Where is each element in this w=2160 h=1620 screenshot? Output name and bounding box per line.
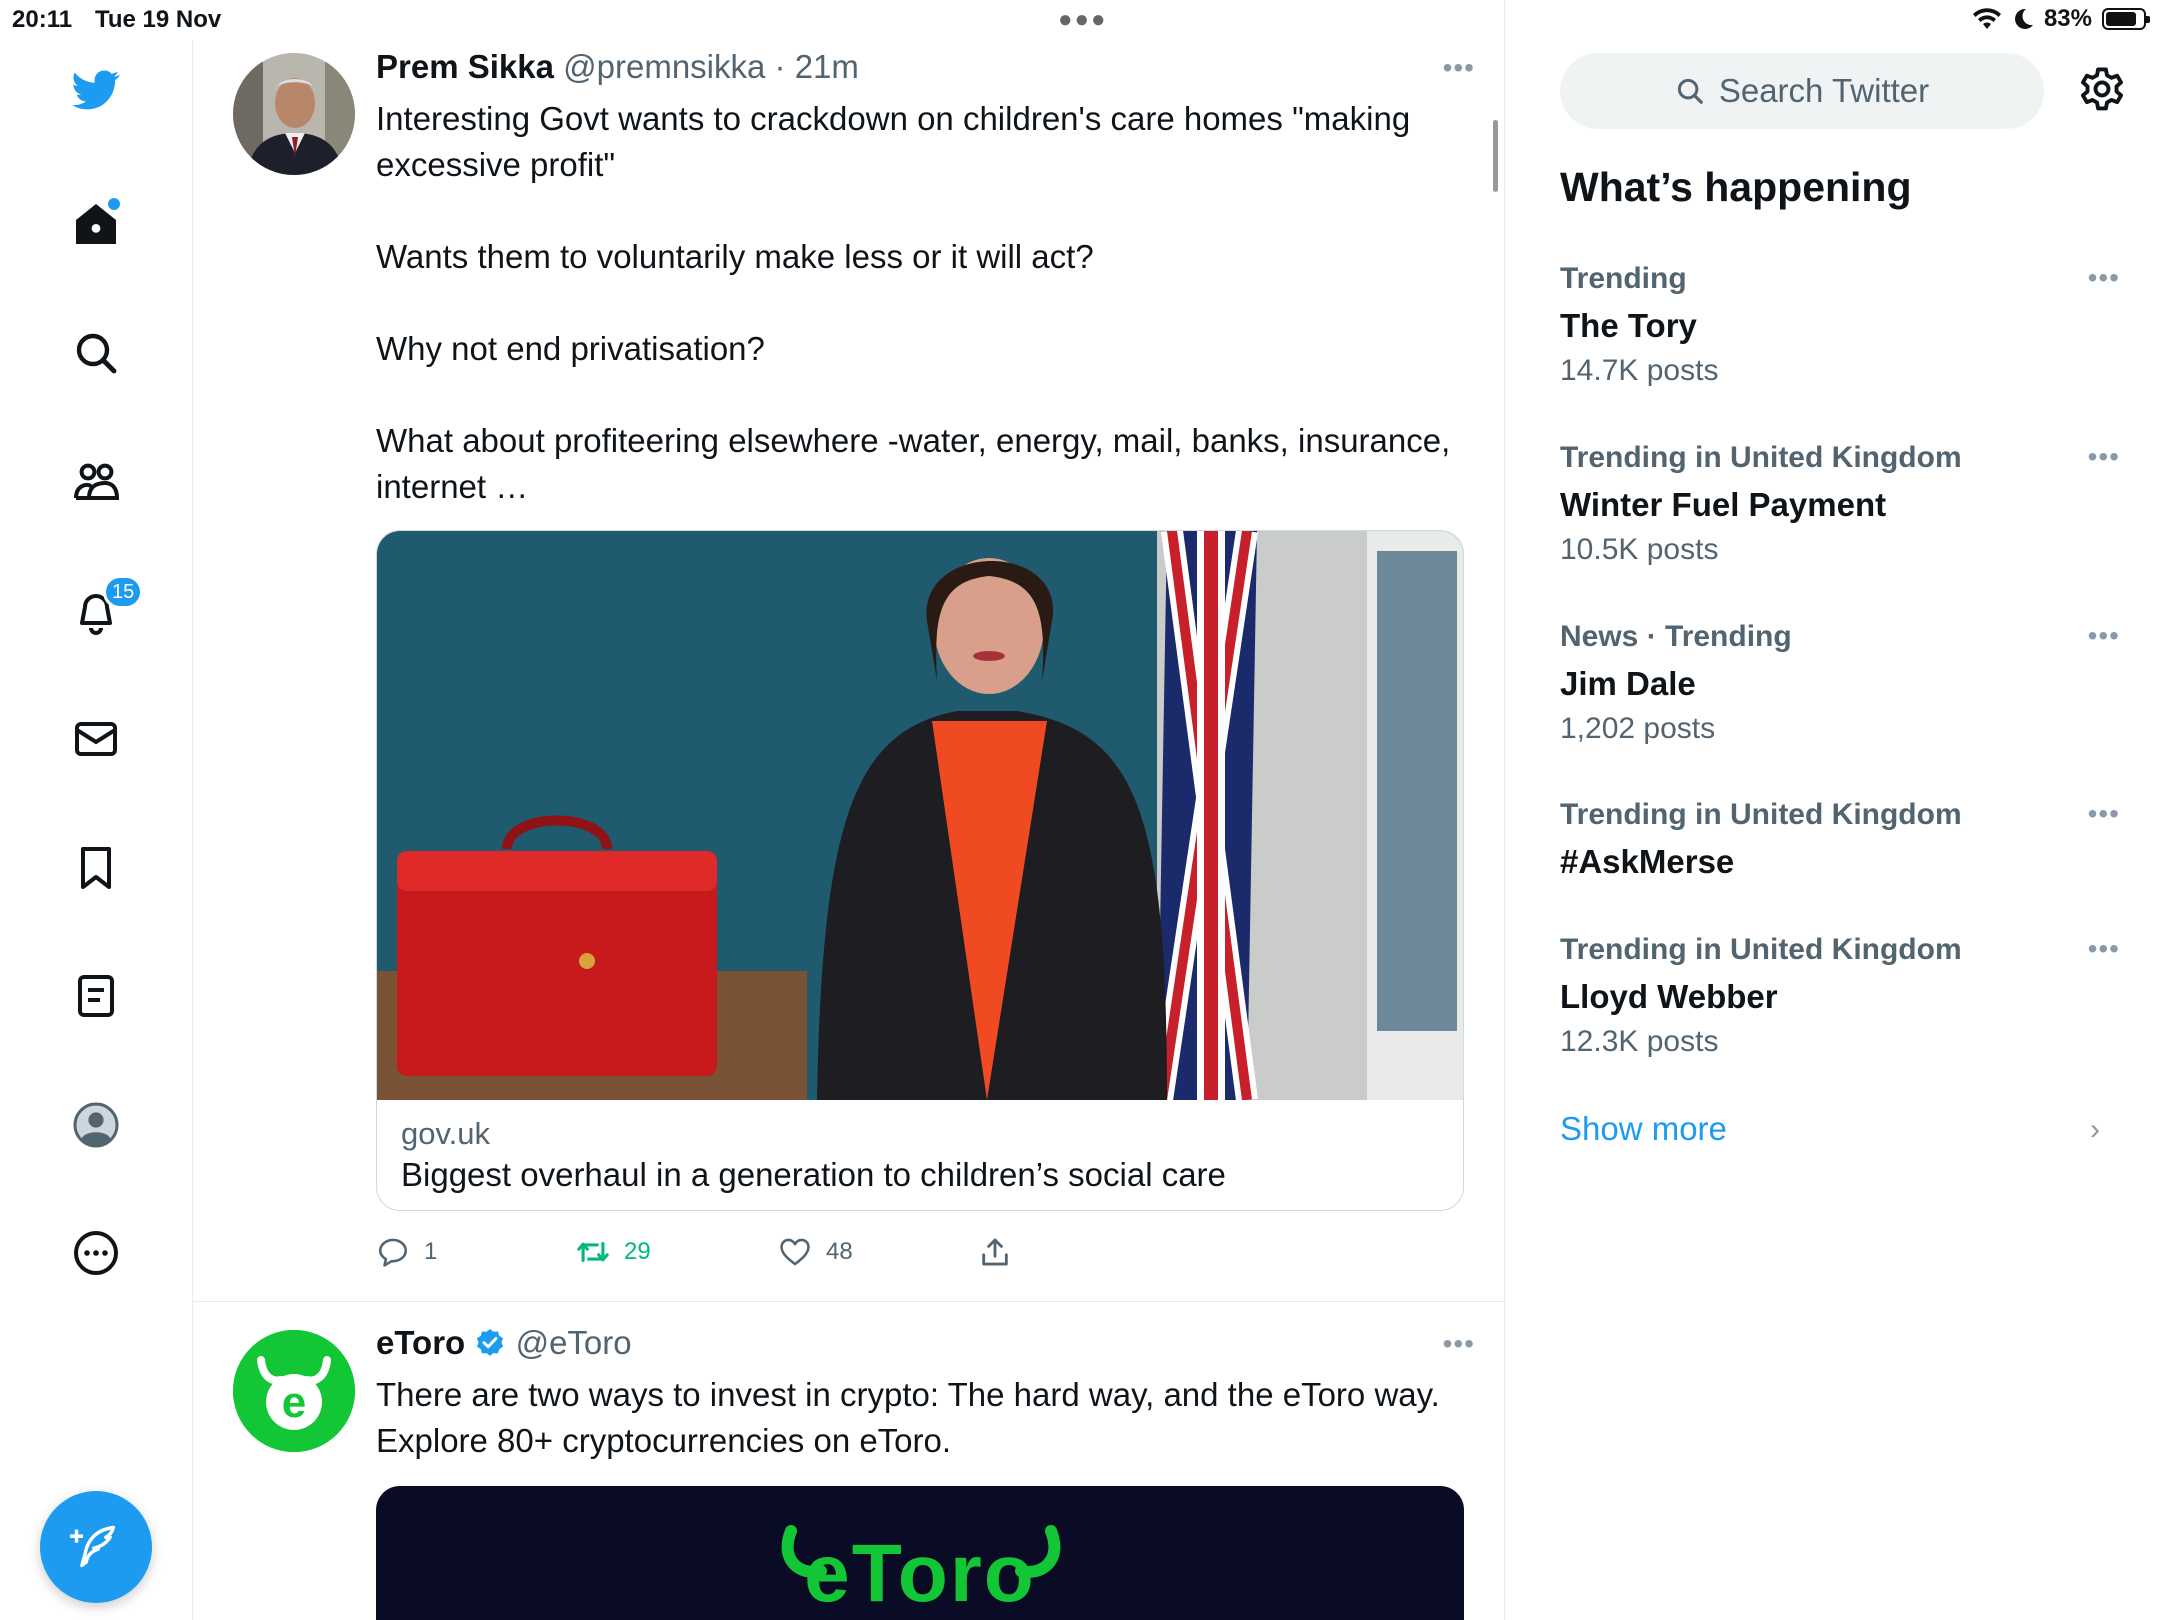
nav-notifications[interactable]: 15 — [60, 575, 144, 647]
separator-dot: · — [765, 48, 795, 85]
retweet-icon — [577, 1241, 609, 1263]
search-placeholder: Search Twitter — [1718, 72, 1930, 109]
nav-more[interactable] — [60, 1217, 132, 1289]
trend-context: Trending in United Kingdom — [1560, 933, 1962, 966]
chevron-right-icon: › — [2090, 1113, 2100, 1146]
trend-item[interactable]: Trending in United Kingdom Winter Fuel P… — [1560, 441, 2120, 578]
trend-context: Trending — [1560, 262, 1687, 295]
like-count: 48 — [826, 1238, 853, 1265]
author-handle[interactable]: @premnsikka — [563, 48, 765, 85]
trend-item[interactable]: Trending The Tory 14.7K posts ••• — [1560, 262, 2120, 399]
tweet-time[interactable]: 21m — [795, 48, 859, 85]
timeline-feed[interactable]: Prem Sikka @premnsikka · 21m ••• Interes… — [193, 0, 1505, 1620]
tweet-actions: 1 29 48 — [376, 1235, 1012, 1269]
nav-profile[interactable] — [60, 1089, 132, 1161]
tweet-paragraph: Interesting Govt wants to crackdown on c… — [376, 100, 1411, 183]
share-button[interactable] — [978, 1235, 1012, 1269]
bookmark-icon — [81, 847, 111, 889]
trend-context: Trending in United Kingdom — [1560, 441, 1962, 474]
svg-text:e: e — [282, 1378, 306, 1427]
trend-more-icon[interactable]: ••• — [2088, 933, 2120, 965]
trend-context: Trending in United Kingdom — [1560, 798, 1962, 831]
search-icon — [76, 333, 117, 374]
home-unread-dot — [108, 198, 120, 210]
avatar[interactable] — [233, 53, 355, 175]
profile-avatar-icon — [73, 1102, 119, 1148]
card-domain: gov.uk — [401, 1116, 491, 1151]
retweet-button[interactable]: 29 — [576, 1235, 778, 1269]
trend-more-icon[interactable]: ••• — [2088, 262, 2120, 294]
trend-name: #AskMerse — [1560, 843, 1735, 880]
tweet-divider — [193, 1301, 1504, 1302]
right-sidebar: Search Twitter What’s happening Trending… — [1506, 0, 2160, 1620]
gear-icon[interactable] — [2076, 64, 2128, 116]
tweet-paragraph: Why not end privatisation? — [376, 330, 765, 367]
lists-icon — [78, 975, 114, 1017]
heart-icon — [780, 1238, 810, 1266]
trend-more-icon[interactable]: ••• — [2088, 798, 2120, 830]
reply-icon — [378, 1238, 408, 1267]
compose-tweet-button[interactable] — [40, 1491, 152, 1603]
promo-card[interactable]: eToro — [376, 1486, 1464, 1620]
trend-name: The Tory — [1560, 307, 1697, 344]
status-time: 20:11 — [12, 6, 73, 33]
communities-icon — [74, 463, 120, 500]
nav-messages[interactable] — [60, 703, 132, 775]
trend-count: 14.7K posts — [1560, 354, 1719, 387]
tweet-header: Prem Sikka @premnsikka · 21m — [376, 48, 859, 86]
scrollbar[interactable] — [1493, 120, 1498, 192]
author-handle[interactable]: @eToro — [516, 1324, 632, 1361]
left-nav: 15 — [0, 40, 193, 1620]
bull-horns-icon — [781, 1525, 1061, 1578]
trend-item[interactable]: News · Trending Jim Dale 1,202 posts ••• — [1560, 620, 2120, 757]
trend-count: 10.5K posts — [1560, 533, 1719, 566]
trend-more-icon[interactable]: ••• — [2088, 620, 2120, 652]
nav-bookmarks[interactable] — [60, 832, 132, 904]
show-more-link[interactable]: Show more — [1560, 1110, 1727, 1148]
reply-button[interactable]: 1 — [376, 1235, 576, 1269]
nav-home[interactable] — [60, 188, 132, 260]
trend-item[interactable]: Trending in United Kingdom Lloyd Webber … — [1560, 933, 2120, 1070]
card-image — [377, 531, 1463, 1100]
feather-plus-icon — [70, 1525, 116, 1568]
trend-item[interactable]: Trending in United Kingdom #AskMerse ••• — [1560, 798, 2120, 890]
trend-count: 12.3K posts — [1560, 1025, 1719, 1058]
nav-communities[interactable] — [60, 446, 132, 518]
like-button[interactable]: 48 — [778, 1235, 978, 1269]
tweet-paragraph: Wants them to voluntarily make less or i… — [376, 238, 1094, 275]
reply-count: 1 — [424, 1238, 438, 1265]
mail-icon — [75, 722, 117, 756]
trend-name: Lloyd Webber — [1560, 978, 1778, 1015]
search-input[interactable]: Search Twitter — [1560, 53, 2044, 129]
trend-more-icon[interactable]: ••• — [2088, 441, 2120, 473]
tweet-header: eToro @eToro — [376, 1324, 632, 1362]
link-card[interactable]: gov.uk Biggest overhaul in a generation … — [376, 530, 1464, 1211]
tweet-text: Interesting Govt wants to crackdown on c… — [376, 96, 1456, 510]
notifications-badge: 15 — [103, 575, 144, 609]
tweet-more-icon[interactable]: ••• — [1443, 52, 1475, 84]
trend-context: News · Trending — [1560, 620, 1792, 653]
nav-explore[interactable] — [60, 317, 132, 389]
tweet-paragraph: What about profiteering elsewhere -water… — [376, 422, 1451, 505]
share-icon — [982, 1238, 1008, 1266]
author-name[interactable]: Prem Sikka — [376, 48, 554, 85]
twitter-logo-icon[interactable] — [60, 54, 132, 126]
whats-happening-title: What’s happening — [1560, 164, 1912, 210]
tweet-text: There are two ways to invest in crypto: … — [376, 1376, 1440, 1459]
card-meta: gov.uk Biggest overhaul in a generation … — [377, 1100, 1463, 1210]
card-title: Biggest overhaul in a generation to chil… — [401, 1156, 1226, 1193]
tweet-more-icon[interactable]: ••• — [1443, 1328, 1475, 1360]
avatar[interactable]: e — [233, 1330, 355, 1452]
nav-lists[interactable] — [60, 960, 132, 1032]
author-name[interactable]: eToro — [376, 1324, 465, 1361]
retweet-count: 29 — [624, 1238, 651, 1265]
trend-count: 1,202 posts — [1560, 712, 1716, 745]
more-circle-icon — [74, 1231, 118, 1275]
search-icon — [1677, 78, 1703, 104]
trend-name: Winter Fuel Payment — [1560, 486, 1887, 523]
verified-badge-icon — [477, 1329, 504, 1356]
trend-name: Jim Dale — [1560, 665, 1696, 702]
